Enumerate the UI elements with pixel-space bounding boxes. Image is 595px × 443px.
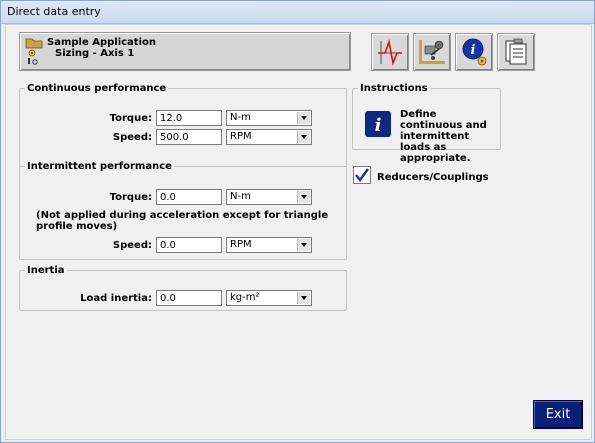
continuous-speed-input[interactable] [156, 129, 222, 145]
mechanism-button[interactable] [413, 33, 451, 71]
instructions-text: Define continuous and intermittent loads… [400, 109, 487, 164]
application-header-button[interactable]: Sample Application Sizing - Axis 1 [19, 32, 351, 71]
inertia-legend: Inertia [27, 265, 65, 276]
window-title: Direct data entry [7, 5, 101, 18]
exit-button[interactable]: Exit [533, 400, 583, 429]
continuous-speed-unit-value: RPM [230, 131, 252, 142]
svg-text:i: i [375, 115, 382, 136]
chevron-down-icon[interactable] [297, 112, 310, 124]
load-inertia-input[interactable] [156, 290, 222, 306]
continuous-speed-label: Speed: [112, 132, 152, 143]
intermittent-speed-label: Speed: [112, 240, 152, 251]
load-inertia-unit-select[interactable]: kg-m² [226, 290, 312, 306]
info-settings-icon: i [462, 38, 487, 66]
motion-profile-icon [378, 38, 402, 66]
motion-profile-button[interactable] [371, 33, 409, 71]
intermittent-torque-label: Torque: [109, 192, 152, 203]
chevron-down-icon[interactable] [297, 292, 310, 304]
instructions-legend: Instructions [360, 83, 428, 94]
chevron-down-icon[interactable] [297, 131, 310, 143]
continuous-torque-unit-select[interactable]: N-m [226, 110, 312, 126]
dialog-client-area: Sample Application Sizing - Axis 1 i Con… [5, 24, 592, 440]
title-bar[interactable]: Direct data entry [1, 1, 594, 24]
info-icon: i [365, 111, 391, 137]
chevron-down-icon[interactable] [297, 239, 310, 251]
intermittent-performance-group: Intermittent performance Torque: N-m (No… [19, 161, 347, 260]
intermittent-performance-legend: Intermittent performance [27, 161, 172, 172]
continuous-torque-unit-value: N-m [230, 112, 251, 123]
intermittent-speed-unit-select[interactable]: RPM [226, 237, 312, 253]
inertia-group: Inertia Load inertia: kg-m² [19, 265, 347, 311]
application-name: Sample Application [47, 37, 157, 48]
intermittent-torque-unit-value: N-m [230, 191, 251, 202]
svg-text:i: i [471, 43, 476, 58]
load-inertia-label: Load inertia: [80, 293, 152, 304]
intermittent-speed-unit-value: RPM [230, 239, 252, 250]
intermittent-speed-input[interactable] [156, 237, 222, 253]
continuous-speed-unit-select[interactable]: RPM [226, 129, 312, 145]
reducers-couplings-label[interactable]: Reducers/Couplings [377, 172, 489, 183]
application-folder-icon [24, 36, 46, 69]
intermittent-torque-input[interactable] [156, 189, 222, 205]
mechanism-icon [419, 40, 445, 64]
sizing-axis-label: Sizing - Axis 1 [55, 48, 135, 59]
continuous-torque-label: Torque: [109, 113, 152, 124]
continuous-torque-input[interactable] [156, 110, 222, 126]
chevron-down-icon[interactable] [297, 191, 310, 203]
reducers-couplings-checkbox[interactable] [353, 166, 371, 184]
report-button[interactable] [497, 33, 535, 71]
report-icon [505, 38, 527, 65]
direct-data-entry-window: Direct data entry Sample Application Siz… [0, 0, 595, 443]
continuous-performance-legend: Continuous performance [27, 83, 167, 94]
checkmark-icon [355, 168, 369, 182]
acceleration-note: (Not applied during acceleration except … [36, 210, 329, 232]
instructions-group: Instructions i Define continuous and int… [352, 83, 501, 164]
information-settings-button[interactable]: i [455, 33, 493, 71]
intermittent-torque-unit-select[interactable]: N-m [226, 189, 312, 205]
continuous-performance-group: Continuous performance Torque: N-m Speed… [19, 83, 347, 170]
load-inertia-unit-value: kg-m² [230, 292, 260, 303]
